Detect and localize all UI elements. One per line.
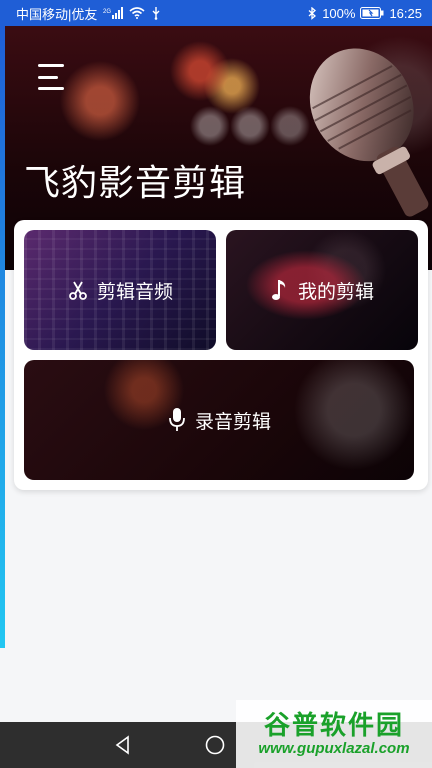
status-left: 中国移动|优友 2G	[16, 4, 161, 23]
menu-icon-bar-middle	[38, 75, 58, 79]
my-edits-tile[interactable]: 我的剪辑	[226, 230, 418, 350]
edit-audio-tile[interactable]: 剪辑音频	[24, 230, 216, 350]
battery-percent: 100%	[322, 5, 356, 21]
bluetooth-icon	[308, 6, 317, 20]
clock-time: 16:25	[389, 5, 422, 21]
microphone-icon	[167, 407, 187, 433]
accent-strip	[0, 26, 5, 648]
edit-audio-label: 剪辑音频	[96, 281, 173, 303]
my-edits-label: 我的剪辑	[297, 281, 374, 303]
wifi-icon	[129, 7, 145, 19]
battery-icon	[360, 7, 384, 19]
network-type: 2G	[103, 9, 111, 15]
menu-button[interactable]	[38, 64, 68, 90]
watermark-url: www.gupuxlazal.com	[258, 740, 410, 757]
app-screen: 中国移动|优友 2G 100% 16:25 飞豹影音剪辑 剪辑音频 我的剪辑 录…	[0, 0, 432, 768]
microphone-image	[309, 48, 429, 217]
menu-icon-bar-bottom	[38, 87, 64, 90]
usb-icon	[151, 6, 161, 20]
home-circle-icon[interactable]	[204, 734, 226, 761]
status-bar: 中国移动|优友 2G 100% 16:25	[0, 0, 432, 26]
feature-panel: 剪辑音频 我的剪辑 录音剪辑	[14, 220, 428, 490]
back-triangle-icon[interactable]	[112, 734, 134, 761]
carrier-label: 中国移动|优友	[16, 6, 98, 22]
status-right: 100% 16:25	[308, 6, 422, 21]
scissors-icon	[67, 279, 89, 301]
record-edit-tile[interactable]: 录音剪辑	[24, 360, 414, 480]
watermark-text: 谷普软件园	[263, 710, 404, 740]
record-edit-label: 录音剪辑	[194, 411, 271, 433]
music-note-icon	[270, 278, 290, 302]
menu-icon-bar-top	[38, 64, 64, 67]
watermark-logo: 谷普软件园 www.gupuxlazal.com	[236, 700, 432, 768]
app-title: 飞豹影音剪辑	[24, 162, 247, 203]
signal-icon: 2G	[103, 7, 124, 19]
